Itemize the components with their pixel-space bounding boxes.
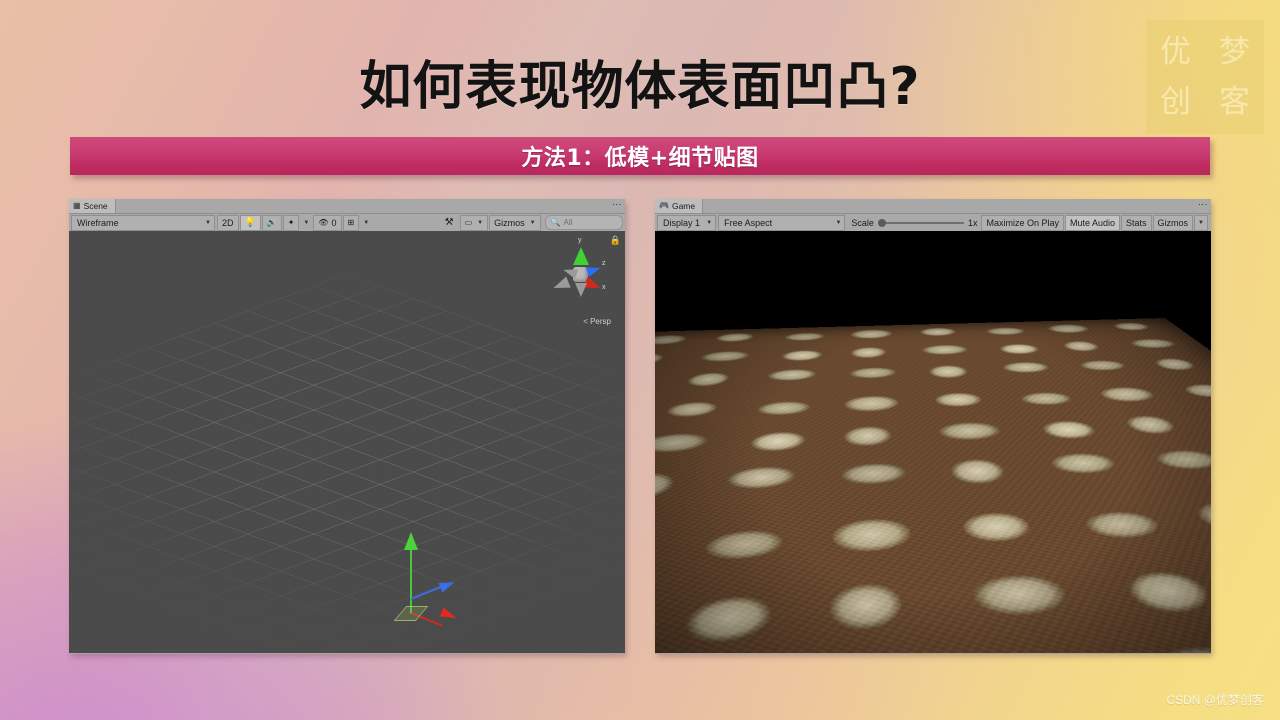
gizmo-x-arrowhead: [439, 607, 459, 623]
scene-toolbar: Wireframe ▼ 2D 💡 🔊 ✦ ▼ 👁 0 ⊞ ▼ ⚒ ▭ ▼ Giz…: [69, 214, 625, 232]
gizmo-z-arrowhead: [438, 577, 457, 593]
tab-scene[interactable]: ▦ Scene: [69, 199, 116, 213]
unity-game-panel: 🎮 Game ⋮ Display 1 ▼ Free Aspect ▼ Scale…: [655, 199, 1211, 654]
orientation-negy-cone[interactable]: [575, 283, 587, 297]
gizmo-y-arrowhead: [404, 532, 418, 550]
scene-grid-dropdown[interactable]: ▼: [360, 215, 372, 231]
scene-draw-mode-label: Wireframe: [77, 217, 119, 228]
scene-2d-toggle[interactable]: 2D: [217, 214, 239, 231]
scene-tab-row: ▦ Scene ⋮: [69, 199, 625, 214]
chevron-down-icon: ▼: [706, 219, 713, 226]
lightbulb-icon: 💡: [244, 217, 256, 227]
game-toolbar: Display 1 ▼ Free Aspect ▼ Scale 1x Maxim…: [655, 214, 1211, 232]
game-aspect-dropdown[interactable]: Free Aspect ▼: [718, 214, 846, 231]
game-scale-label: Scale: [851, 217, 874, 228]
game-display-dropdown[interactable]: Display 1 ▼: [657, 214, 717, 231]
scene-audio-toggle[interactable]: 🔊: [261, 214, 282, 231]
credit-watermark: CSDN @优梦创客: [1166, 693, 1264, 707]
page-title: 如何表现物体表面凹凸?: [359, 57, 921, 117]
game-gizmos-label: Gizmos: [1157, 217, 1189, 228]
scene-tools-button[interactable]: ⚒: [440, 215, 459, 231]
game-mute-audio-button[interactable]: Mute Audio: [1064, 214, 1121, 231]
tab-game-label: Game: [671, 201, 696, 211]
cobblestone-plane: [655, 317, 1211, 653]
chevron-down-icon: ▼: [529, 219, 536, 226]
scene-fx-dropdown[interactable]: ▼: [300, 215, 312, 231]
game-more-options-icon[interactable]: ⋮: [1197, 200, 1208, 209]
orientation-x-label: x: [602, 284, 606, 291]
game-scale-track[interactable]: [877, 218, 964, 227]
section-banner-label: 方法1：低模+细节贴图: [521, 146, 759, 171]
game-maximize-on-play-button[interactable]: Maximize On Play: [981, 214, 1064, 231]
camera-icon: ▭: [464, 218, 473, 227]
game-viewport[interactable]: [655, 231, 1211, 653]
chevron-down-icon: ▼: [1198, 219, 1204, 226]
scene-hidden-objects-toggle[interactable]: 👁 0: [313, 214, 342, 231]
chevron-down-icon: ▼: [303, 219, 310, 226]
game-scale-knob[interactable]: [877, 218, 886, 227]
chevron-down-icon: ▼: [477, 219, 484, 226]
game-gizmos-button[interactable]: Gizmos: [1152, 214, 1194, 231]
chevron-down-icon: ▼: [835, 219, 842, 226]
chevron-down-icon: ▼: [363, 219, 370, 226]
orientation-z-cone[interactable]: [585, 263, 603, 277]
wrench-icon: ⚒: [444, 217, 454, 228]
speaker-icon: 🔊: [266, 218, 277, 227]
scene-camera-button[interactable]: ▭ ▼: [459, 214, 489, 231]
gizmo-y-axis: [410, 548, 412, 614]
scene-search-placeholder: All: [563, 218, 573, 227]
scene-orientation-gizmo[interactable]: y z x: [547, 237, 613, 311]
scene-search-input[interactable]: 🔍 All: [544, 215, 624, 230]
search-icon: 🔍: [550, 218, 561, 227]
grid-icon: ▦: [73, 201, 81, 210]
game-stats-button[interactable]: Stats: [1121, 214, 1152, 231]
gizmo-z-axis: [410, 586, 442, 600]
tab-scene-label: Scene: [83, 201, 108, 211]
cobblestone-grain-overlay: [655, 317, 1211, 653]
chevron-down-icon: ▼: [205, 219, 211, 226]
lock-icon[interactable]: 🔒: [610, 235, 621, 246]
unity-scene-panel: ▦ Scene ⋮ Wireframe ▼ 2D 💡 🔊 ✦ ▼ 👁 0 ⊞ ▼…: [69, 199, 625, 654]
scene-viewport[interactable]: y z x 🔒 < Persp: [69, 231, 625, 653]
scene-more-options-icon[interactable]: ⋮: [611, 200, 622, 209]
gamepad-icon: 🎮: [659, 201, 669, 210]
orientation-y-cone[interactable]: [573, 247, 589, 265]
scene-lighting-toggle[interactable]: 💡: [239, 214, 261, 231]
scene-gizmos-label: Gizmos: [494, 217, 525, 228]
scene-grid-toggle[interactable]: ⊞: [342, 214, 360, 231]
orientation-z-label: z: [602, 260, 606, 267]
scene-projection-label[interactable]: < Persp: [583, 317, 611, 326]
game-tab-row: 🎮 Game ⋮: [655, 199, 1211, 214]
section-banner: 方法1：低模+细节贴图: [70, 137, 1210, 175]
game-display-label: Display 1: [663, 217, 701, 228]
game-gizmos-dropdown[interactable]: ▼: [1194, 214, 1208, 231]
effects-icon: ✦: [287, 218, 295, 227]
scene-gizmos-button[interactable]: Gizmos ▼: [489, 214, 541, 231]
eye-off-icon: 👁: [318, 218, 329, 227]
slide-canvas: 优 梦 创 客 如何表现物体表面凹凸? 方法1：低模+细节贴图 ▦ Scene …: [0, 0, 1280, 720]
scene-draw-mode-dropdown[interactable]: Wireframe ▼: [71, 214, 215, 231]
transform-move-gizmo[interactable]: [344, 532, 464, 627]
game-aspect-label: Free Aspect: [724, 217, 773, 228]
orientation-y-label: y: [578, 237, 582, 244]
tab-game[interactable]: 🎮 Game: [655, 199, 704, 213]
game-scale-value: 1x: [967, 217, 978, 228]
grid-visibility-icon: ⊞: [347, 218, 355, 227]
scene-fx-toggle[interactable]: ✦: [282, 214, 300, 231]
orientation-negx-cone[interactable]: [551, 276, 571, 294]
game-scale-slider[interactable]: Scale 1x: [851, 218, 977, 228]
scene-hidden-count: 0: [331, 217, 337, 228]
